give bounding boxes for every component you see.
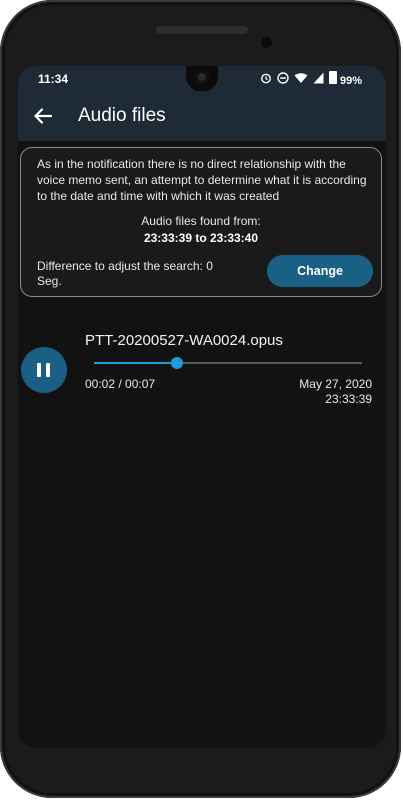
app-bar: Audio files [18, 91, 386, 141]
front-sensor [261, 37, 272, 48]
audio-date: May 27, 2020 23:33:39 [299, 377, 372, 407]
audio-date-time: 23:33:39 [325, 392, 372, 406]
slider-thumb[interactable] [171, 357, 184, 369]
battery-icon [328, 71, 337, 84]
signal-icon [313, 72, 324, 88]
playback-slider[interactable] [94, 357, 362, 369]
audio-date-day: May 27, 2020 [299, 377, 372, 391]
change-button[interactable]: Change [267, 255, 373, 287]
wifi-icon [294, 72, 308, 88]
status-time: 11:34 [38, 72, 69, 86]
pause-button[interactable] [21, 347, 67, 393]
status-icons: 99% [260, 71, 362, 88]
difference-text: Difference to adjust the search: 0 Seg. [37, 259, 213, 288]
audio-list-item: PTT-20200527-WA0024.opus 00:02 / 00:07 M… [18, 326, 386, 416]
screen: 11:34 99% Audio files As in the notifica… [18, 66, 386, 748]
camera-icon [195, 70, 209, 84]
alarm-icon [260, 72, 272, 88]
pause-icon [37, 363, 41, 377]
earpiece-speaker [156, 26, 248, 34]
do-not-disturb-icon [277, 71, 289, 88]
found-time-range: 23:33:39 to 23:33:40 [143, 231, 259, 245]
info-description: As in the notification there is no direc… [37, 157, 367, 203]
playback-progress [94, 362, 178, 364]
status-bar: 11:34 99% [18, 66, 386, 92]
pause-icon-bar [46, 363, 50, 377]
info-card: As in the notification there is no direc… [20, 147, 382, 297]
found-label: Audio files found from: [141, 214, 261, 228]
battery-indicator: 99% [328, 71, 362, 88]
back-button[interactable] [30, 103, 56, 129]
battery-percent: 99% [339, 75, 362, 87]
arrow-left-icon [34, 108, 53, 124]
page-title: Audio files [78, 105, 166, 126]
audio-file-name: PTT-20200527-WA0024.opus [85, 332, 283, 349]
playback-time: 00:02 / 00:07 [85, 377, 156, 391]
phone-frame: 11:34 99% Audio files As in the notifica… [0, 0, 401, 798]
